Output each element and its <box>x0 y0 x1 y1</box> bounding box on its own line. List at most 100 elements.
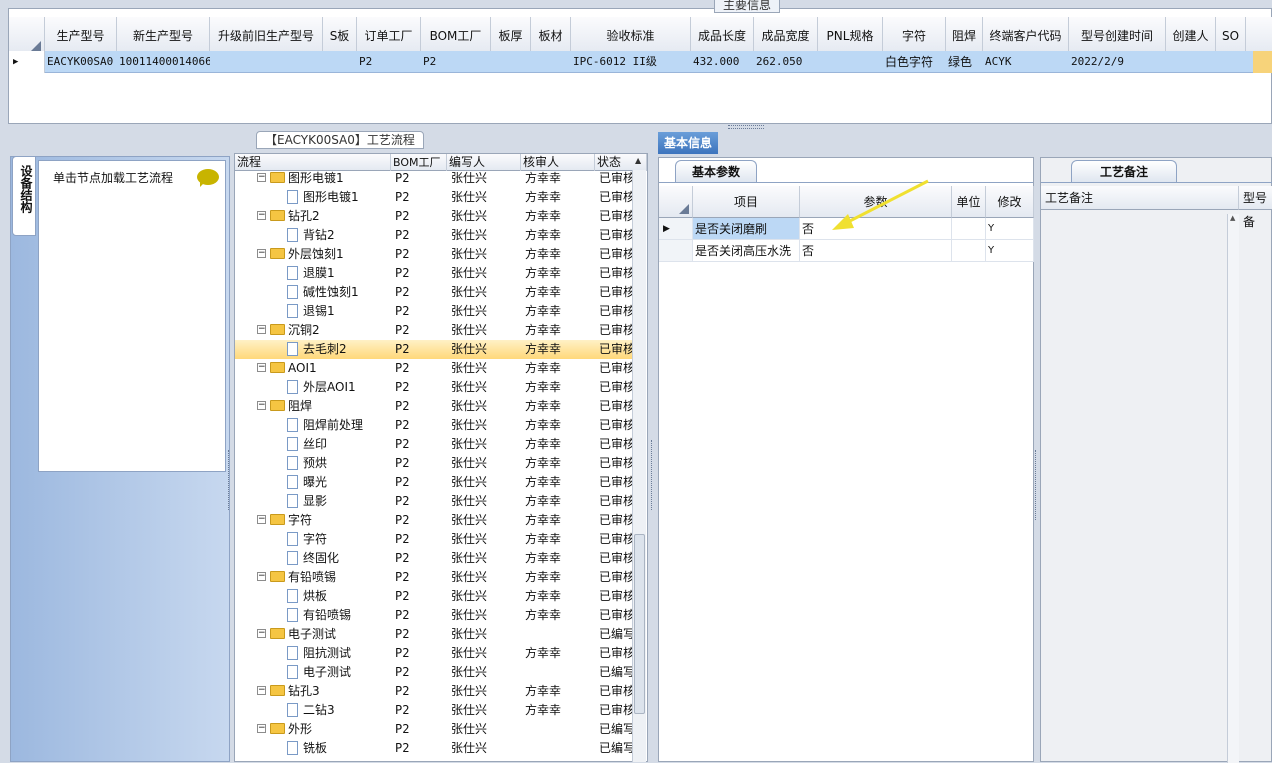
tree-row[interactable]: − 字符 P2 张仕兴 方幸幸 已审核 <box>235 511 633 530</box>
tree-node-label[interactable]: − 外形 <box>257 720 391 739</box>
tree-node-label[interactable]: − 钻孔3 <box>257 682 391 701</box>
tree-cell-reviewer[interactable]: 方幸幸 <box>525 587 595 606</box>
tree-cell-bom[interactable]: P2 <box>395 473 445 492</box>
tree-cell-writer[interactable]: 张仕兴 <box>451 245 521 264</box>
tree-cell-status[interactable]: 已审核 <box>599 606 633 625</box>
tree-cell-status[interactable]: 已审核 <box>599 454 633 473</box>
tree-cell-status[interactable]: 已审核 <box>599 587 633 606</box>
tree-cell-bom[interactable]: P2 <box>395 397 445 416</box>
tree-row[interactable]: − 外层蚀刻1 P2 张仕兴 方幸幸 已审核 <box>235 245 633 264</box>
cell-standard[interactable]: IPC-6012 II级 <box>571 51 691 73</box>
tree-node-label[interactable]: − 有铅喷锡 <box>257 568 391 587</box>
tree-cell-status[interactable]: 已审核 <box>599 207 633 226</box>
tree-cell-bom[interactable]: P2 <box>395 720 445 739</box>
param-cell-item[interactable]: 是否关闭高压水洗 <box>693 240 800 262</box>
col-header-length[interactable]: 成品长度 <box>691 17 754 55</box>
collapse-icon[interactable]: − <box>257 401 266 410</box>
tree-node-label[interactable]: − 沉铜2 <box>257 321 391 340</box>
col-header-width[interactable]: 成品宽度 <box>754 17 818 55</box>
col-header-standard[interactable]: 验收标准 <box>571 17 691 55</box>
tree-node-label[interactable]: 曝光 <box>287 473 391 492</box>
tree-cell-status[interactable]: 已审核 <box>599 245 633 264</box>
collapse-icon[interactable]: − <box>257 629 266 638</box>
tree-scrollbar[interactable]: ▲ <box>632 156 646 762</box>
param-col-modify[interactable]: 修改 <box>986 186 1034 218</box>
tree-cell-bom[interactable]: P2 <box>395 606 445 625</box>
splitter-grip[interactable] <box>728 125 764 129</box>
tree-cell-reviewer[interactable]: 方幸幸 <box>525 397 595 416</box>
col-header-created-time[interactable]: 型号创建时间 <box>1069 17 1166 55</box>
cell-char[interactable]: 白色字符 <box>883 51 946 73</box>
row-indicator-icon[interactable] <box>659 240 693 262</box>
tree-row[interactable]: 烘板 P2 张仕兴 方幸幸 已审核 <box>235 587 633 606</box>
tree-node-label[interactable]: 去毛刺2 <box>287 340 391 359</box>
tree-row[interactable]: 背钻2 P2 张仕兴 方幸幸 已审核 <box>235 226 633 245</box>
tree-cell-bom[interactable]: P2 <box>395 568 445 587</box>
cell-order-factory[interactable]: P2 <box>357 51 421 73</box>
tree-row[interactable]: 字符 P2 张仕兴 方幸幸 已审核 <box>235 530 633 549</box>
tree-node-label[interactable]: − 阻焊 <box>257 397 391 416</box>
scrollbar-thumb[interactable] <box>634 534 645 714</box>
tree-cell-reviewer[interactable]: 方幸幸 <box>525 606 595 625</box>
tree-cell-bom[interactable]: P2 <box>395 549 445 568</box>
tree-cell-bom[interactable]: P2 <box>395 435 445 454</box>
cell-creator[interactable] <box>1166 51 1216 73</box>
tree-cell-reviewer[interactable] <box>525 663 595 682</box>
tree-cell-bom[interactable]: P2 <box>395 207 445 226</box>
tree-cell-bom[interactable]: P2 <box>395 302 445 321</box>
tab-basic-params[interactable]: 基本参数 <box>675 160 758 182</box>
tree-cell-bom[interactable]: P2 <box>395 587 445 606</box>
tree-cell-reviewer[interactable]: 方幸幸 <box>525 473 595 492</box>
cell-extra[interactable] <box>1253 51 1272 73</box>
tree-node-label[interactable]: 外层AOI1 <box>287 378 391 397</box>
tree-row[interactable]: 阻焊前处理 P2 张仕兴 方幸幸 已审核 <box>235 416 633 435</box>
tree-cell-bom[interactable]: P2 <box>395 321 445 340</box>
param-cell-unit[interactable] <box>952 240 986 262</box>
tree-cell-writer[interactable]: 张仕兴 <box>451 321 521 340</box>
tree-cell-status[interactable]: 已审核 <box>599 378 633 397</box>
tree-row[interactable]: 曝光 P2 张仕兴 方幸幸 已审核 <box>235 473 633 492</box>
collapse-icon[interactable]: − <box>257 515 266 524</box>
cell-thickness[interactable] <box>491 51 531 73</box>
tree-cell-reviewer[interactable]: 方幸幸 <box>525 188 595 207</box>
tree-cell-bom[interactable]: P2 <box>395 682 445 701</box>
cell-mask[interactable]: 绿色 <box>946 51 983 73</box>
tree-node-label[interactable]: 碱性蚀刻1 <box>287 283 391 302</box>
tree-cell-writer[interactable]: 张仕兴 <box>451 435 521 454</box>
tree-cell-writer[interactable]: 张仕兴 <box>451 302 521 321</box>
tree-cell-reviewer[interactable]: 方幸幸 <box>525 321 595 340</box>
tree-row[interactable]: 丝印 P2 张仕兴 方幸幸 已审核 <box>235 435 633 454</box>
tree-cell-writer[interactable]: 张仕兴 <box>451 397 521 416</box>
param-col-item[interactable]: 项目 <box>693 186 800 218</box>
tree-cell-bom[interactable]: P2 <box>395 378 445 397</box>
param-cell-item[interactable]: 是否关闭磨刷 <box>693 218 800 240</box>
tree-cell-reviewer[interactable]: 方幸幸 <box>525 644 595 663</box>
cell-customer[interactable]: ACYK <box>983 51 1069 73</box>
tree-cell-bom[interactable]: P2 <box>395 340 445 359</box>
tree-row[interactable]: − 图形电镀1 P2 张仕兴 方幸幸 已审核 <box>235 169 633 188</box>
tree-cell-writer[interactable]: 张仕兴 <box>451 492 521 511</box>
tree-cell-status[interactable]: 已审核 <box>599 169 633 188</box>
param-cell-value[interactable]: 否 <box>800 240 952 262</box>
tree-cell-writer[interactable]: 张仕兴 <box>451 682 521 701</box>
col-header-mask[interactable]: 阻焊 <box>946 17 983 55</box>
collapse-icon[interactable]: − <box>257 363 266 372</box>
tree-row[interactable]: − 钻孔2 P2 张仕兴 方幸幸 已审核 <box>235 207 633 226</box>
tree-row[interactable]: − AOI1 P2 张仕兴 方幸幸 已审核 <box>235 359 633 378</box>
tree-cell-status[interactable]: 已审核 <box>599 530 633 549</box>
tree-node-label[interactable]: 电子测试 <box>287 663 391 682</box>
notes-col-model[interactable]: 型号备 <box>1239 186 1272 229</box>
tree-cell-writer[interactable]: 张仕兴 <box>451 207 521 226</box>
cell-material[interactable] <box>531 51 571 73</box>
tree-cell-bom[interactable]: P2 <box>395 226 445 245</box>
tree-cell-reviewer[interactable]: 方幸幸 <box>525 511 595 530</box>
tree-cell-bom[interactable]: P2 <box>395 454 445 473</box>
tree-cell-reviewer[interactable]: 方幸幸 <box>525 701 595 720</box>
tree-cell-writer[interactable]: 张仕兴 <box>451 378 521 397</box>
tree-node-label[interactable]: 丝印 <box>287 435 391 454</box>
tree-cell-bom[interactable]: P2 <box>395 188 445 207</box>
col-header-so[interactable]: SO <box>1216 17 1246 55</box>
collapse-icon[interactable]: − <box>257 173 266 182</box>
tree-row[interactable]: − 电子测试 P2 张仕兴 已编写 <box>235 625 633 644</box>
col-header-order-factory[interactable]: 订单工厂 <box>357 17 421 55</box>
